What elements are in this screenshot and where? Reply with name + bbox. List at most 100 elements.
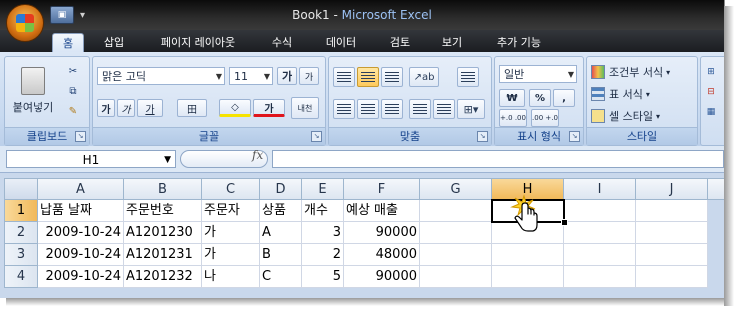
- increase-decimal-button[interactable]: +.0 .00: [499, 109, 527, 127]
- column-header-k[interactable]: [708, 178, 724, 200]
- fill-handle[interactable]: [561, 219, 568, 226]
- italic-button[interactable]: 가: [117, 99, 135, 117]
- grow-font-button[interactable]: 가: [277, 67, 297, 85]
- select-all-corner[interactable]: [4, 178, 38, 200]
- wrap-text-button[interactable]: [457, 67, 479, 87]
- currency-button[interactable]: ₩: [499, 89, 525, 107]
- row-header-3[interactable]: 3: [4, 244, 38, 266]
- column-header-a[interactable]: A: [38, 178, 124, 200]
- column-header-g[interactable]: G: [420, 178, 492, 200]
- cell-e2[interactable]: 3: [302, 222, 344, 244]
- underline-button[interactable]: 가: [137, 99, 163, 117]
- cut-icon[interactable]: ✂: [63, 63, 83, 80]
- cell-h3[interactable]: [492, 244, 564, 266]
- delete-cells-icon[interactable]: ⊟: [703, 85, 719, 99]
- cell-d2[interactable]: A: [260, 222, 302, 244]
- comma-button[interactable]: ,: [553, 89, 575, 107]
- row-header-4[interactable]: 4: [4, 266, 38, 288]
- decrease-indent-button[interactable]: [409, 99, 431, 119]
- cell-a3[interactable]: 2009-10-24: [38, 244, 124, 266]
- clipboard-launcher-icon[interactable]: ↘: [75, 131, 86, 142]
- cell-i1[interactable]: [564, 200, 636, 222]
- tab-data[interactable]: 데이터: [314, 33, 368, 52]
- paste-button[interactable]: 붙여넣기: [9, 61, 57, 121]
- column-header-c[interactable]: C: [202, 178, 260, 200]
- align-bottom-button[interactable]: [381, 67, 403, 87]
- copy-icon[interactable]: ⧉: [63, 83, 83, 100]
- fill-color-button[interactable]: ◇: [219, 99, 251, 117]
- tab-page-layout[interactable]: 페이지 레이아웃: [146, 33, 250, 52]
- cell-j3[interactable]: [636, 244, 708, 266]
- cell-h4[interactable]: [492, 266, 564, 288]
- office-button[interactable]: [6, 4, 44, 42]
- cell-j1[interactable]: [636, 200, 708, 222]
- increase-indent-button[interactable]: [433, 99, 455, 119]
- cell-g2[interactable]: [420, 222, 492, 244]
- font-name-select[interactable]: 맑은 고딕 ▼: [97, 67, 225, 85]
- borders-button[interactable]: 田: [177, 99, 207, 117]
- row-header-1[interactable]: 1: [4, 200, 38, 222]
- column-header-d[interactable]: D: [260, 178, 302, 200]
- tab-add-ins[interactable]: 추가 기능: [484, 33, 554, 52]
- cell-a2[interactable]: 2009-10-24: [38, 222, 124, 244]
- cell-g1[interactable]: [420, 200, 492, 222]
- format-as-table-button[interactable]: 표 서식 ▾: [591, 85, 691, 103]
- cell-c3[interactable]: 가: [202, 244, 260, 266]
- cell-b1[interactable]: 주문번호: [124, 200, 202, 222]
- cell-c4[interactable]: 나: [202, 266, 260, 288]
- insert-cells-icon[interactable]: ⊞: [703, 65, 719, 79]
- cell-d3[interactable]: B: [260, 244, 302, 266]
- name-box[interactable]: H1 ▼: [6, 150, 176, 168]
- cell-f2[interactable]: 90000: [344, 222, 420, 244]
- cell-j2[interactable]: [636, 222, 708, 244]
- column-header-i[interactable]: I: [564, 178, 636, 200]
- cell-i2[interactable]: [564, 222, 636, 244]
- cell-f1[interactable]: 예상 매출: [344, 200, 420, 222]
- decrease-decimal-button[interactable]: .00 +.0: [531, 109, 559, 127]
- font-launcher-icon[interactable]: ↘: [311, 131, 322, 142]
- number-format-select[interactable]: 일반 ▼: [499, 65, 577, 83]
- cell-f4[interactable]: 90000: [344, 266, 420, 288]
- tab-home[interactable]: 홈: [52, 33, 84, 53]
- cell-j4[interactable]: [636, 266, 708, 288]
- align-middle-button[interactable]: [357, 67, 379, 87]
- cell-c2[interactable]: 가: [202, 222, 260, 244]
- number-launcher-icon[interactable]: ↘: [569, 131, 580, 142]
- phonetic-button[interactable]: 내천: [291, 97, 319, 119]
- cell-g4[interactable]: [420, 266, 492, 288]
- font-color-button[interactable]: 가: [253, 99, 285, 117]
- align-top-button[interactable]: [333, 67, 355, 87]
- cell-a4[interactable]: 2009-10-24: [38, 266, 124, 288]
- cell-d1[interactable]: 상품: [260, 200, 302, 222]
- font-size-select[interactable]: 11 ▼: [229, 67, 273, 85]
- insert-function-icon[interactable]: fx: [252, 148, 263, 162]
- bold-button[interactable]: 가: [97, 99, 115, 117]
- cell-f3[interactable]: 48000: [344, 244, 420, 266]
- formula-input[interactable]: [272, 150, 724, 168]
- cell-b3[interactable]: A1201231: [124, 244, 202, 266]
- column-header-f[interactable]: F: [344, 178, 420, 200]
- cell-b2[interactable]: A1201230: [124, 222, 202, 244]
- cell-e3[interactable]: 2: [302, 244, 344, 266]
- tab-insert[interactable]: 삽입: [94, 33, 134, 52]
- cell-b4[interactable]: A1201232: [124, 266, 202, 288]
- cell-i4[interactable]: [564, 266, 636, 288]
- merge-center-button[interactable]: ⊞▾: [457, 99, 485, 119]
- tab-view[interactable]: 보기: [432, 33, 472, 52]
- cell-e1[interactable]: 개수: [302, 200, 344, 222]
- cell-styles-button[interactable]: 셀 스타일 ▾: [591, 107, 691, 125]
- shrink-font-button[interactable]: 가: [299, 67, 319, 85]
- align-left-button[interactable]: [333, 99, 355, 119]
- format-painter-icon[interactable]: ✎: [63, 103, 83, 120]
- column-header-b[interactable]: B: [124, 178, 202, 200]
- cell-c1[interactable]: 주문자: [202, 200, 260, 222]
- column-header-e[interactable]: E: [302, 178, 344, 200]
- conditional-formatting-button[interactable]: 조건부 서식 ▾: [591, 63, 691, 81]
- row-header-2[interactable]: 2: [4, 222, 38, 244]
- percent-button[interactable]: %: [529, 89, 551, 107]
- align-right-button[interactable]: [381, 99, 403, 119]
- alignment-launcher-icon[interactable]: ↘: [477, 131, 488, 142]
- format-cells-icon[interactable]: ▦: [703, 105, 719, 119]
- cell-e4[interactable]: 5: [302, 266, 344, 288]
- tab-review[interactable]: 검토: [380, 33, 420, 52]
